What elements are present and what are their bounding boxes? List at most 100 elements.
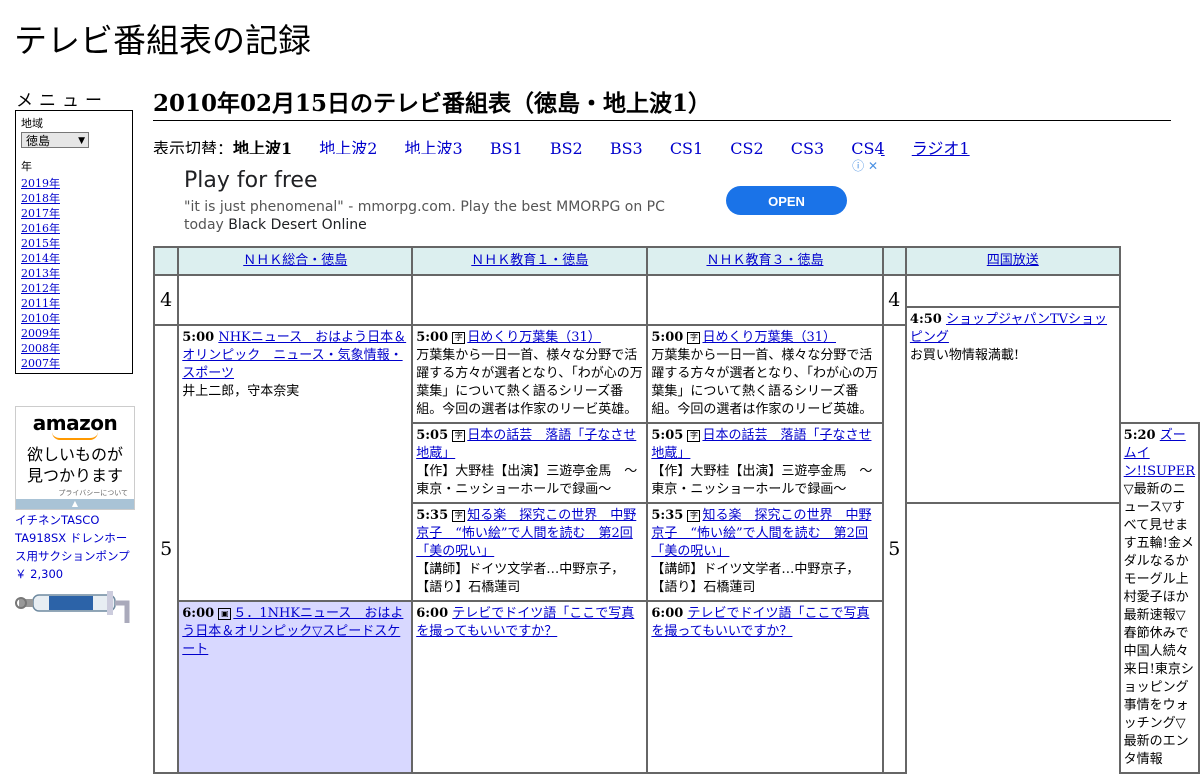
caption-icon: 字 — [452, 331, 466, 344]
program-title-link[interactable]: ５．1NHKニュース おはよう日本＆オリンピック▽スピードスケート — [182, 606, 403, 657]
program-cell: 4:50 ショップジャパンTVショッピング お買い物情報満載! — [904, 306, 1121, 504]
program-title-link[interactable]: NHKニュース おはよう日本＆オリンピック ニュース・気象情報・スポーツ — [182, 330, 406, 381]
year-link-2009[interactable]: 2009年 — [21, 326, 127, 341]
program-time: 5:35 — [651, 508, 684, 523]
chevron-down-icon: ▼ — [78, 136, 85, 146]
open-button[interactable]: OPEN — [726, 186, 847, 215]
switcher-link-radio1[interactable]: ラジオ1 — [912, 139, 970, 158]
program-cell: 6:00 テレビでドイツ語「ここで写真を撮ってもいいですか？ — [411, 600, 649, 774]
caret-up-icon[interactable]: ▲ — [16, 499, 134, 509]
amazon-tagline-line1: 欲しいものが — [26, 445, 123, 464]
menu-label: メニュー — [16, 91, 108, 111]
page-heading: 2010年02月15日のテレビ番組表（徳島・地上波1） — [153, 84, 1171, 121]
year-list: 年 2019年 2018年 2017年 2016年 2015年 2014年 20… — [21, 158, 127, 371]
program-time: 5:20 — [1123, 428, 1156, 443]
program-time: 6:00 — [416, 606, 449, 621]
amazon-logo: amazon — [32, 411, 118, 435]
channel-header: ＮＨＫ教育１・徳島 — [411, 246, 649, 276]
program-title-link[interactable]: 日本の話芸 落語「子なさせ地蔵」 — [651, 428, 871, 461]
program-time: 5:35 — [416, 508, 449, 523]
empty-slot — [177, 274, 414, 326]
program-grid: ＮＨＫ総合・徳島 ＮＨＫ教育１・徳島 ＮＨＫ教育３・徳島 四国放送 4 4 4:… — [152, 246, 1200, 774]
program-title-link[interactable]: 日本の話芸 落語「子なさせ地蔵」 — [416, 428, 636, 461]
program-title-link[interactable]: 日めくり万葉集（31） — [702, 330, 836, 345]
channel-link-nhk-sogo[interactable]: ＮＨＫ総合・徳島 — [243, 253, 347, 268]
year-link-2011[interactable]: 2011年 — [21, 296, 127, 311]
banner-ad-desc: "it is just phenomenal" - mmorpg.com. Pl… — [184, 198, 704, 234]
table-row: 6:00 ▣ ５．1NHKニュース おはよう日本＆オリンピック▽スピードスケート … — [154, 600, 1199, 774]
program-cell: 5:00 字日めくり万葉集（31） 万葉集から一日一首、様々な分野で活躍する方々… — [646, 324, 884, 424]
ad-choices-icon[interactable]: ⓘ ✕ — [852, 157, 878, 174]
program-time: 4:50 — [909, 312, 942, 327]
hour-cell: 4 — [152, 274, 180, 326]
program-desc: ▽最新のニュース▽すべて見せます五輪!金メダルなるかモーグル上村愛子ほか最新速報… — [1123, 482, 1194, 767]
region-select-value: 徳島 — [26, 134, 51, 148]
program-title-link[interactable]: 日めくり万葉集（31） — [467, 330, 601, 345]
program-cell: 5:00 字日めくり万葉集（31） 万葉集から一日一首、様々な分野で活躍する方々… — [411, 324, 649, 424]
region-select[interactable]: 徳島 ▼ — [21, 132, 89, 148]
banner-ad-title[interactable]: Play for free — [184, 168, 318, 193]
program-title-link[interactable]: 知る楽 探究この世界 中野京子 “怖い絵”で人間を読む 第2回「美の呪い」 — [651, 508, 871, 559]
region-label: 地域 — [21, 117, 43, 130]
year-link-2015[interactable]: 2015年 — [21, 236, 127, 251]
year-link-2016[interactable]: 2016年 — [21, 221, 127, 236]
empty-slot — [411, 274, 649, 326]
year-link-2019[interactable]: 2019年 — [21, 176, 127, 191]
program-title-link[interactable]: テレビでドイツ語「ここで写真を撮ってもいいですか？ — [416, 606, 634, 639]
caption-icon: 字 — [687, 509, 701, 522]
program-desc: 万葉集から一日一首、様々な分野で活躍する方々が選者となり、「わが心の万葉集」につ… — [651, 348, 878, 417]
year-link-2018[interactable]: 2018年 — [21, 191, 127, 206]
year-label: 年 — [21, 160, 32, 173]
program-cell: 5:35 字知る楽 探究この世界 中野京子 “怖い絵”で人間を読む 第2回「美の… — [646, 502, 884, 602]
program-time: 5:05 — [651, 428, 684, 443]
product-price: ￥ 2,300 — [15, 567, 64, 581]
program-title-link[interactable]: テレビでドイツ語「ここで写真を撮ってもいいですか？ — [651, 606, 869, 639]
empty-slot — [646, 274, 884, 326]
program-desc: 【作】大野桂【出演】三遊亭金馬 ～東京・ニッショーホールで録画～ — [651, 464, 873, 497]
program-desc: 万葉集から一日一首、様々な分野で活躍する方々が選者となり、「わが心の万葉集」につ… — [416, 348, 643, 417]
caption-icon: 字 — [452, 429, 466, 442]
banner-ad[interactable]: ⓘ ✕ Play for free "it is just phenomenal… — [153, 154, 881, 244]
caption-icon: 字 — [687, 331, 701, 344]
year-link-2010[interactable]: 2010年 — [21, 311, 127, 326]
product-link[interactable]: イチネンTASCO TA918SX ドレンホース用サクションポンプ — [15, 513, 130, 563]
program-time: 5:00 — [651, 330, 684, 345]
menu-box: 地域 徳島 ▼ 年 2019年 2018年 2017年 2016年 2015年 … — [15, 110, 133, 374]
channel-header-row: ＮＨＫ総合・徳島 ＮＨＫ教育１・徳島 ＮＨＫ教育３・徳島 四国放送 — [152, 246, 1199, 276]
program-desc: 井上二郎，守本奈実 — [182, 384, 300, 399]
amazon-tagline-line2: 見つかります — [26, 466, 123, 485]
year-link-2017[interactable]: 2017年 — [21, 206, 127, 221]
hour-cell: 5 — [881, 324, 907, 774]
caption-icon: 字 — [687, 429, 701, 442]
hour-cell: 5 — [152, 324, 180, 774]
program-desc: 【講師】ドイツ文学者…中野京子，【語り】石橋蓮司 — [651, 562, 860, 595]
program-cell: 5:00 NHKニュース おはよう日本＆オリンピック ニュース・気象情報・スポー… — [177, 324, 414, 602]
year-link-2014[interactable]: 2014年 — [21, 251, 127, 266]
program-cell: 5:20 ズームイン!!SUPER ▽最新のニュース▽すべて見せます五輪!金メダ… — [1118, 422, 1200, 774]
year-link-2007[interactable]: 2007年 — [21, 356, 127, 371]
amazon-ad[interactable]: amazon 欲しいものが 見つかります プライバシーについて ▲ — [15, 406, 135, 510]
corner-cell — [881, 246, 907, 276]
amazon-tagline: 欲しいものが 見つかります — [16, 444, 134, 486]
program-title-link[interactable]: 知る楽 探究この世界 中野京子 “怖い絵”で人間を読む 第2回「美の呪い」 — [416, 508, 636, 559]
channel-header: ＮＨＫ総合・徳島 — [177, 246, 414, 276]
year-link-2013[interactable]: 2013年 — [21, 266, 127, 281]
privacy-link[interactable]: プライバシーについて — [16, 488, 134, 498]
year-link-2008[interactable]: 2008年 — [21, 341, 127, 356]
program-cell: 6:00 ▣ ５．1NHKニュース おはよう日本＆オリンピック▽スピードスケート — [177, 600, 414, 774]
channel-header: ＮＨＫ教育３・徳島 — [646, 246, 884, 276]
table-row: 4 4 — [152, 274, 1199, 326]
hd-icon: ▣ — [218, 607, 232, 620]
program-time: 6:00 — [182, 606, 215, 621]
year-link-2012[interactable]: 2012年 — [21, 281, 127, 296]
channel-link-jrt[interactable]: 四国放送 — [987, 253, 1039, 268]
channel-link-nhk-edu3[interactable]: ＮＨＫ教育３・徳島 — [706, 253, 823, 268]
program-cell: 6:00 テレビでドイツ語「ここで写真を撮ってもいいですか？ — [646, 600, 884, 774]
program-cell: 5:05 字日本の話芸 落語「子なさせ地蔵」 【作】大野桂【出演】三遊亭金馬 ～… — [411, 422, 649, 504]
program-time: 5:00 — [416, 330, 449, 345]
channel-link-nhk-edu1[interactable]: ＮＨＫ教育１・徳島 — [471, 253, 588, 268]
program-time: 6:00 — [651, 606, 684, 621]
product-ad[interactable]: イチネンTASCO TA918SX ドレンホース用サクションポンプ ￥ 2,30… — [15, 511, 137, 583]
program-cell: 5:05 字日本の話芸 落語「子なさせ地蔵」 【作】大野桂【出演】三遊亭金馬 ～… — [646, 422, 884, 504]
suction-pump-image[interactable] — [15, 583, 133, 627]
